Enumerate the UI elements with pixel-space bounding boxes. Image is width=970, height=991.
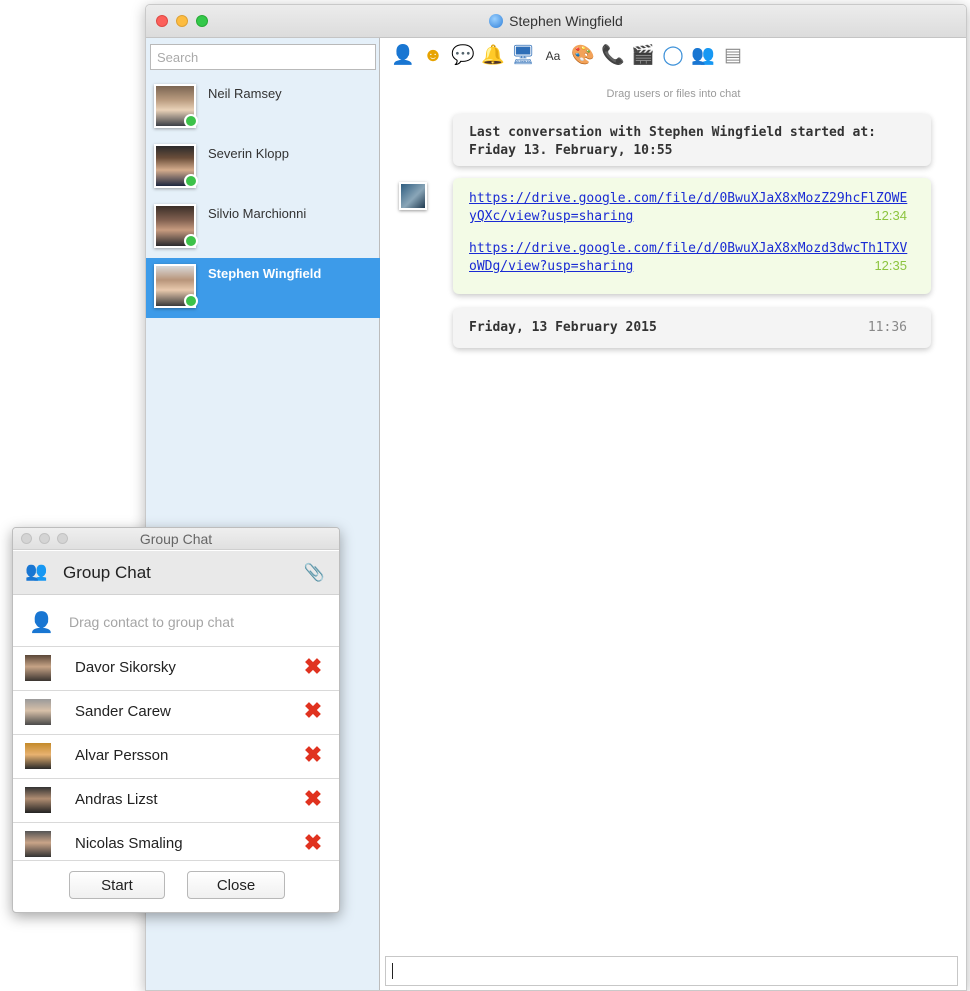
speech-bubble-icon[interactable]: 💬 bbox=[451, 44, 475, 68]
group-title-bar: Group Chat bbox=[13, 528, 339, 550]
group-member-row: Alvar Persson ✖ bbox=[13, 734, 339, 778]
bell-icon[interactable]: 🔔 bbox=[481, 44, 505, 68]
group-footer: Start Close bbox=[13, 860, 339, 912]
avatar bbox=[25, 699, 51, 725]
avatar bbox=[25, 743, 51, 769]
contact-name: Neil Ramsey bbox=[208, 86, 282, 101]
title-bar: Stephen Wingfield bbox=[146, 5, 966, 38]
group-member-row: Davor Sikorsky ✖ bbox=[13, 646, 339, 690]
contact-item-severin-klopp[interactable]: Severin Klopp bbox=[146, 138, 380, 198]
remove-member-icon[interactable]: ✖ bbox=[301, 743, 325, 767]
phone-icon[interactable]: 📞 bbox=[601, 44, 625, 68]
sender-avatar bbox=[399, 182, 427, 210]
drag-hint: Drag users or files into chat bbox=[606, 88, 741, 100]
user-icon[interactable]: 👥 bbox=[691, 44, 715, 68]
file-transfer-icon[interactable]: 🎬 bbox=[631, 44, 655, 68]
group-chat-window: Group Chat 👥 Group Chat 📎 👤 Drag contact… bbox=[12, 527, 340, 913]
text-caret bbox=[392, 963, 393, 979]
info-text: Last conversation with Stephen Wingfield… bbox=[469, 124, 876, 160]
member-name: Alvar Persson bbox=[75, 747, 169, 764]
app-globe-icon bbox=[489, 14, 504, 28]
group-header: 👥 Group Chat 📎 bbox=[13, 551, 339, 595]
close-button[interactable]: Close bbox=[187, 871, 285, 899]
online-status-icon bbox=[184, 294, 198, 308]
group-icon: 👥 bbox=[25, 561, 48, 581]
online-status-icon bbox=[184, 234, 198, 248]
message-bubble: https://drive.google.com/file/d/0BwuXJaX… bbox=[453, 178, 931, 294]
palette-icon[interactable]: 🎨 bbox=[571, 44, 595, 68]
emoji-icon[interactable]: ☻ bbox=[421, 44, 445, 68]
member-name: Nicolas Smaling bbox=[75, 835, 183, 852]
contact-card-icon[interactable]: 👤 bbox=[391, 44, 415, 68]
attach-icon[interactable]: 📎 bbox=[304, 563, 325, 583]
group-window-title: Group Chat bbox=[139, 531, 213, 547]
group-member-row: Sander Carew ✖ bbox=[13, 690, 339, 734]
calendar-icon[interactable]: ▤ bbox=[721, 44, 745, 68]
date-time: 11:36 bbox=[867, 320, 907, 335]
date-text: Friday, 13 February 2015 bbox=[469, 320, 657, 335]
remove-member-icon[interactable]: ✖ bbox=[301, 831, 325, 855]
message-time: 12:34 bbox=[874, 208, 907, 223]
message-time: 12:35 bbox=[874, 258, 907, 273]
message-link[interactable]: https://drive.google.com/file/d/0BwuXJaX… bbox=[469, 190, 909, 226]
info-line-1: Last conversation with Stephen Wingfield… bbox=[469, 125, 876, 140]
search-input[interactable] bbox=[150, 44, 376, 70]
contact-item-silvio-marchionni[interactable]: Silvio Marchionni bbox=[146, 198, 380, 258]
group-header-title: Group Chat bbox=[63, 563, 151, 582]
message-link[interactable]: https://drive.google.com/file/d/0BwuXJaX… bbox=[469, 240, 909, 276]
online-status-icon bbox=[184, 174, 198, 188]
contact-name: Stephen Wingfield bbox=[208, 266, 322, 281]
member-name: Davor Sikorsky bbox=[75, 659, 176, 676]
contact-item-stephen-wingfield[interactable]: Stephen Wingfield bbox=[146, 258, 380, 318]
font-icon[interactable]: Aa bbox=[541, 44, 565, 68]
avatar bbox=[25, 787, 51, 813]
window-title-text: Stephen Wingfield bbox=[509, 13, 623, 29]
chat-icon[interactable]: ◯ bbox=[661, 44, 685, 68]
contact-name: Silvio Marchionni bbox=[208, 206, 307, 221]
remove-member-icon[interactable]: ✖ bbox=[301, 699, 325, 723]
chat-panel: 👤 ☻ 💬 🔔 🖥 Aa 🎨 📞 🎬 ◯ 👥 ▤ Drag users or f… bbox=[381, 38, 966, 990]
contact-item-neil-ramsey[interactable]: Neil Ramsey bbox=[146, 78, 380, 138]
start-button[interactable]: Start bbox=[69, 871, 165, 899]
group-drag-hint: Drag contact to group chat bbox=[69, 614, 234, 630]
message-input[interactable] bbox=[385, 956, 958, 986]
person-placeholder-icon: 👤 bbox=[29, 612, 54, 634]
conversation-info-bubble: Last conversation with Stephen Wingfield… bbox=[453, 114, 931, 166]
avatar bbox=[25, 831, 51, 857]
group-member-row: Andras Lizst ✖ bbox=[13, 778, 339, 822]
search-box bbox=[150, 44, 376, 70]
group-drop-zone[interactable]: 👤 Drag contact to group chat bbox=[13, 598, 339, 648]
member-name: Sander Carew bbox=[75, 703, 171, 720]
date-separator-bubble: Friday, 13 February 2015 11:36 bbox=[453, 308, 931, 348]
contact-name: Severin Klopp bbox=[208, 146, 289, 161]
window-title: Stephen Wingfield bbox=[146, 13, 966, 29]
member-name: Andras Lizst bbox=[75, 791, 158, 808]
info-line-2: Friday 13. February, 10:55 bbox=[469, 143, 673, 158]
avatar bbox=[25, 655, 51, 681]
online-status-icon bbox=[184, 114, 198, 128]
remove-member-icon[interactable]: ✖ bbox=[301, 787, 325, 811]
remove-member-icon[interactable]: ✖ bbox=[301, 655, 325, 679]
screen-share-icon[interactable]: 🖥 bbox=[511, 44, 535, 68]
